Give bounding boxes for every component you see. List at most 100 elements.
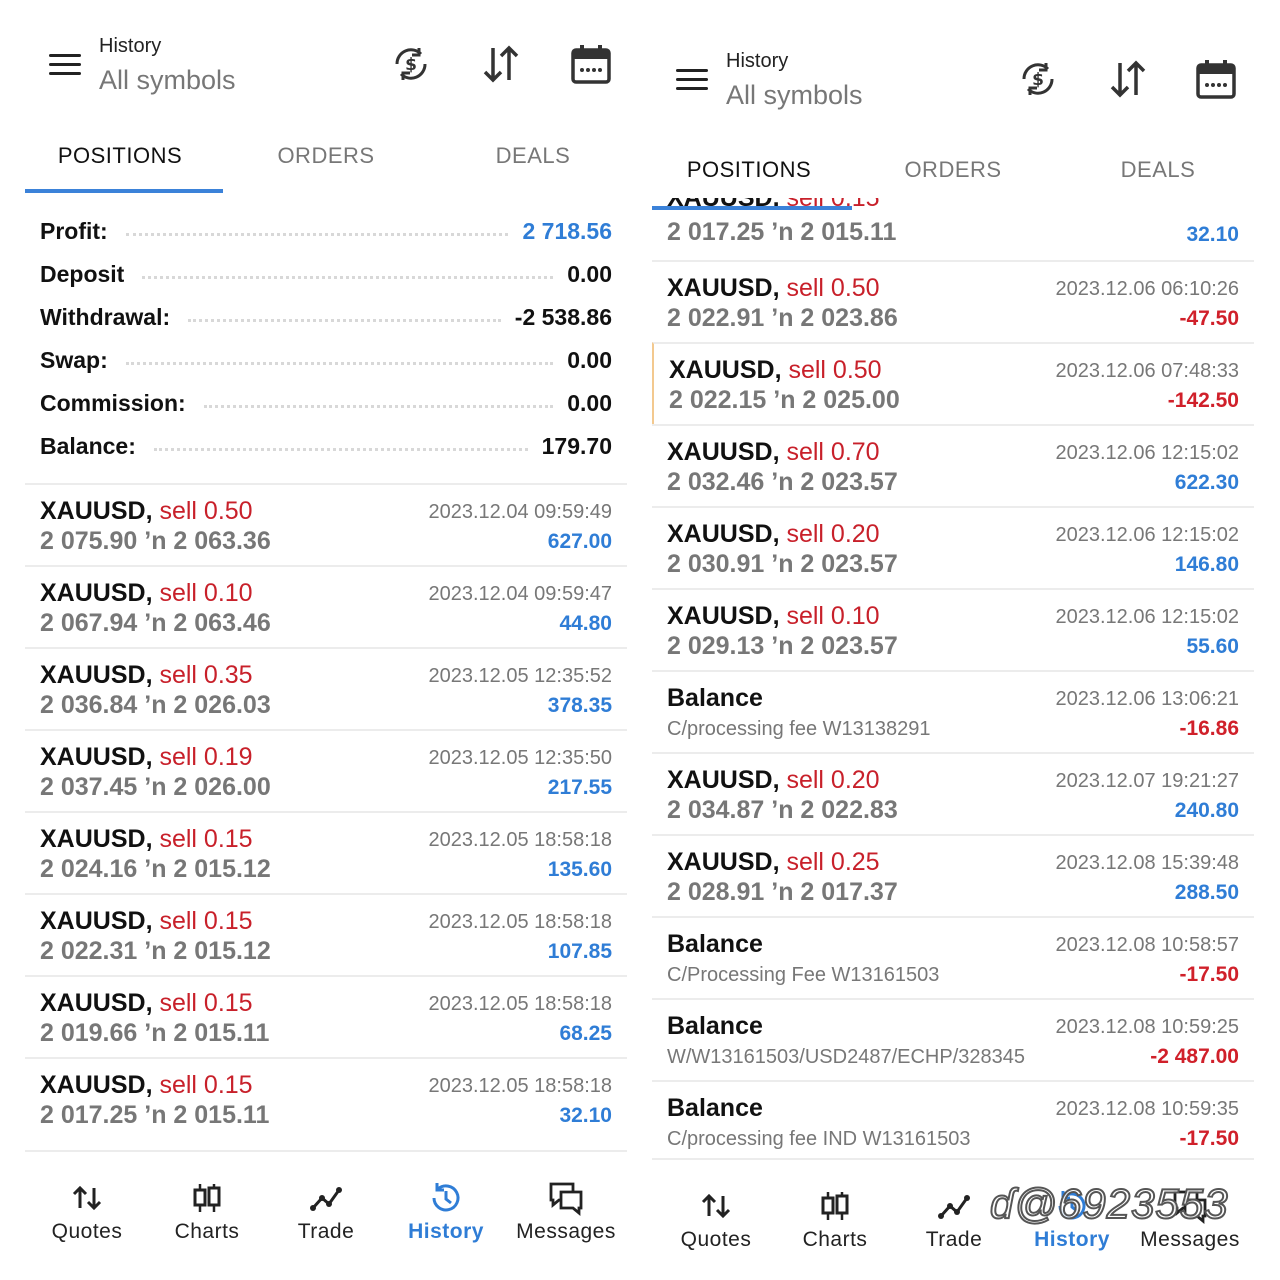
row-datetime: 2023.12.08 10:59:35 [1055, 1098, 1239, 1120]
row-side-volume: sell 0.19 [159, 743, 253, 771]
title-block[interactable]: History All symbols [726, 49, 863, 113]
list-item[interactable]: Balance C/processing fee W13138291 2023.12… [652, 670, 1254, 752]
row-comment: C/Processing Fee W13161503 [667, 964, 940, 986]
summary-label: Deposit [40, 261, 125, 287]
nav-label: Trade [297, 1220, 355, 1243]
row-prices: 2 030.91 ’n 2 023.57 [667, 550, 898, 578]
nav-label: History [1034, 1228, 1110, 1251]
row-datetime: 2023.12.07 19:21:27 [1055, 770, 1239, 792]
currency-exchange-icon[interactable]: $ [1016, 57, 1060, 101]
list-item[interactable]: XAUUSD, sell 0.15 2 022.31 ’n 2 015.12 202… [25, 893, 627, 975]
row-prices: 2 037.45 ’n 2 026.00 [40, 773, 271, 801]
row-title: XAUUSD, sell 0.50 [40, 497, 253, 526]
row-title: XAUUSD, sell 0.20 [667, 766, 880, 795]
app-bar: History All symbols $ [652, 35, 1254, 155]
list-item[interactable]: Balance C/processing fee IND W13161503 202… [652, 1080, 1254, 1162]
tab-bar: POSITIONS ORDERS DEALS [652, 140, 1254, 200]
row-prices: 2 029.13 ’n 2 023.57 [667, 632, 898, 660]
row-profit: 627.00 [547, 530, 612, 553]
row-title: Balance [667, 1012, 763, 1041]
summary-value: 0.00 [567, 390, 612, 416]
row-side-volume: sell 0.20 [786, 520, 880, 548]
title-block[interactable]: History All symbols [99, 34, 236, 98]
tab-orders[interactable]: ORDERS [853, 140, 1053, 200]
menu-icon[interactable] [676, 69, 708, 91]
tab-deals[interactable]: DEALS [433, 126, 627, 186]
list-item[interactable]: XAUUSD, sell 0.20 2 034.87 ’n 2 022.83 202… [652, 752, 1254, 834]
sort-icon[interactable] [1106, 57, 1150, 101]
menu-icon[interactable] [49, 54, 81, 76]
row-symbol: XAUUSD, [667, 438, 780, 466]
row-datetime: 2023.12.08 10:59:25 [1055, 1016, 1239, 1038]
quotes-icon [72, 1185, 102, 1211]
list-item[interactable]: XAUUSD, sell 0.20 2 030.91 ’n 2 023.57 202… [652, 506, 1254, 588]
row-symbol: XAUUSD, [40, 825, 153, 853]
row-datetime: 2023.12.08 10:58:57 [1055, 934, 1239, 956]
list-item[interactable]: XAUUSD, sell 0.15 2 024.16 ’n 2 015.12 202… [25, 811, 627, 893]
list-item[interactable]: XAUUSD, sell 0.50 2 022.15 ’n 2 025.00 202… [652, 342, 1254, 424]
row-prices: 2 075.90 ’n 2 063.36 [40, 527, 271, 555]
nav-label: Quotes [680, 1228, 752, 1251]
sort-icon[interactable] [479, 42, 523, 86]
row-title: XAUUSD, sell 0.15 [40, 825, 253, 854]
row-profit: 44.80 [559, 612, 612, 635]
row-profit: 240.80 [1174, 799, 1239, 822]
list-item[interactable]: XAUUSD, sell 0.19 2 037.45 ’n 2 026.00 202… [25, 729, 627, 811]
row-prices: 2 036.84 ’n 2 026.03 [40, 691, 271, 719]
summary-swap: Swap: 0.00 [25, 339, 627, 382]
row-profit: 288.50 [1174, 881, 1239, 904]
nav-quotes[interactable]: Quotes [27, 1152, 147, 1252]
row-title: XAUUSD, sell 0.25 [667, 848, 880, 877]
currency-exchange-icon[interactable]: $ [389, 42, 433, 86]
tab-deals[interactable]: DEALS [1058, 140, 1254, 200]
row-symbol: XAUUSD, [40, 579, 153, 607]
row-datetime: 2023.12.06 12:15:02 [1055, 442, 1239, 464]
summary-profit: Profit: 2 718.56 [25, 210, 627, 253]
row-profit: 146.80 [1174, 553, 1239, 576]
list-item[interactable]: XAUUSD, sell 0.50 2 022.91 ’n 2 023.86 202… [652, 260, 1254, 342]
list-item[interactable]: XAUUSD, sell 0.50 2 075.90 ’n 2 063.36 202… [25, 483, 627, 565]
list-item[interactable]: XAUUSD, sell 0.10 2 067.94 ’n 2 063.46 202… [25, 565, 627, 647]
calendar-icon[interactable] [569, 42, 613, 86]
tab-positions[interactable]: POSITIONS [652, 140, 849, 200]
list-item[interactable]: Balance C/Processing Fee W13161503 2023.12… [652, 916, 1254, 998]
row-title: XAUUSD, sell 0.19 [40, 743, 253, 772]
nav-label: Trade [925, 1228, 983, 1251]
row-side-volume: sell 0.15 [159, 907, 253, 935]
nav-charts[interactable]: Charts [147, 1152, 267, 1252]
row-profit: -142.50 [1167, 389, 1239, 412]
partial-list-item[interactable]: XAUUSD, sell 0.15 2 017.25 ’n 2 015.11 3… [652, 198, 1254, 260]
nav-quotes[interactable]: Quotes [656, 1160, 776, 1260]
dotted-leader [203, 405, 554, 408]
nav-trade[interactable]: Trade [266, 1152, 386, 1252]
list-item[interactable]: XAUUSD, sell 0.25 2 028.91 ’n 2 017.37 202… [652, 834, 1254, 916]
calendar-icon[interactable] [1194, 57, 1238, 101]
row-comment: C/processing fee IND W13161503 [667, 1128, 971, 1150]
symbol-filter-title: All symbols [726, 80, 863, 110]
messages-icon [549, 1182, 583, 1216]
nav-history[interactable]: History [386, 1152, 506, 1252]
list-item[interactable]: XAUUSD, sell 0.10 2 029.13 ’n 2 023.57 202… [652, 588, 1254, 670]
summary-label: Withdrawal: [40, 304, 171, 330]
dotted-leader [125, 362, 554, 365]
tab-positions[interactable]: POSITIONS [25, 126, 220, 186]
list-item[interactable]: XAUUSD, sell 0.35 2 036.84 ’n 2 026.03 202… [25, 647, 627, 729]
list-item[interactable]: XAUUSD, sell 0.15 2 017.25 ’n 2 015.11 202… [25, 1057, 627, 1139]
list-item[interactable]: XAUUSD, sell 0.15 2 019.66 ’n 2 015.11 202… [25, 975, 627, 1057]
dotted-leader [153, 448, 528, 451]
tab-orders[interactable]: ORDERS [226, 126, 426, 186]
nav-charts[interactable]: Charts [775, 1160, 895, 1260]
row-profit: 32.10 [559, 1104, 612, 1127]
row-profit: 107.85 [547, 940, 612, 963]
nav-messages[interactable]: Messages [506, 1152, 626, 1252]
active-tab-indicator [25, 189, 223, 193]
row-title: XAUUSD, sell 0.70 [667, 438, 880, 467]
positions-list: XAUUSD, sell 0.15 2 017.25 ’n 2 015.11 3… [652, 198, 1254, 1162]
row-datetime: 2023.12.06 07:48:33 [1055, 360, 1239, 382]
row-symbol: XAUUSD, [40, 1071, 153, 1099]
row-profit: -17.50 [1179, 963, 1239, 986]
list-item[interactable]: Balance W/W13161503/USD2487/ECHP/328345 20… [652, 998, 1254, 1080]
row-side-volume: sell 0.15 [159, 989, 253, 1017]
list-item[interactable]: XAUUSD, sell 0.70 2 032.46 ’n 2 023.57 202… [652, 424, 1254, 506]
tab-bar: POSITIONS ORDERS DEALS [25, 126, 627, 193]
